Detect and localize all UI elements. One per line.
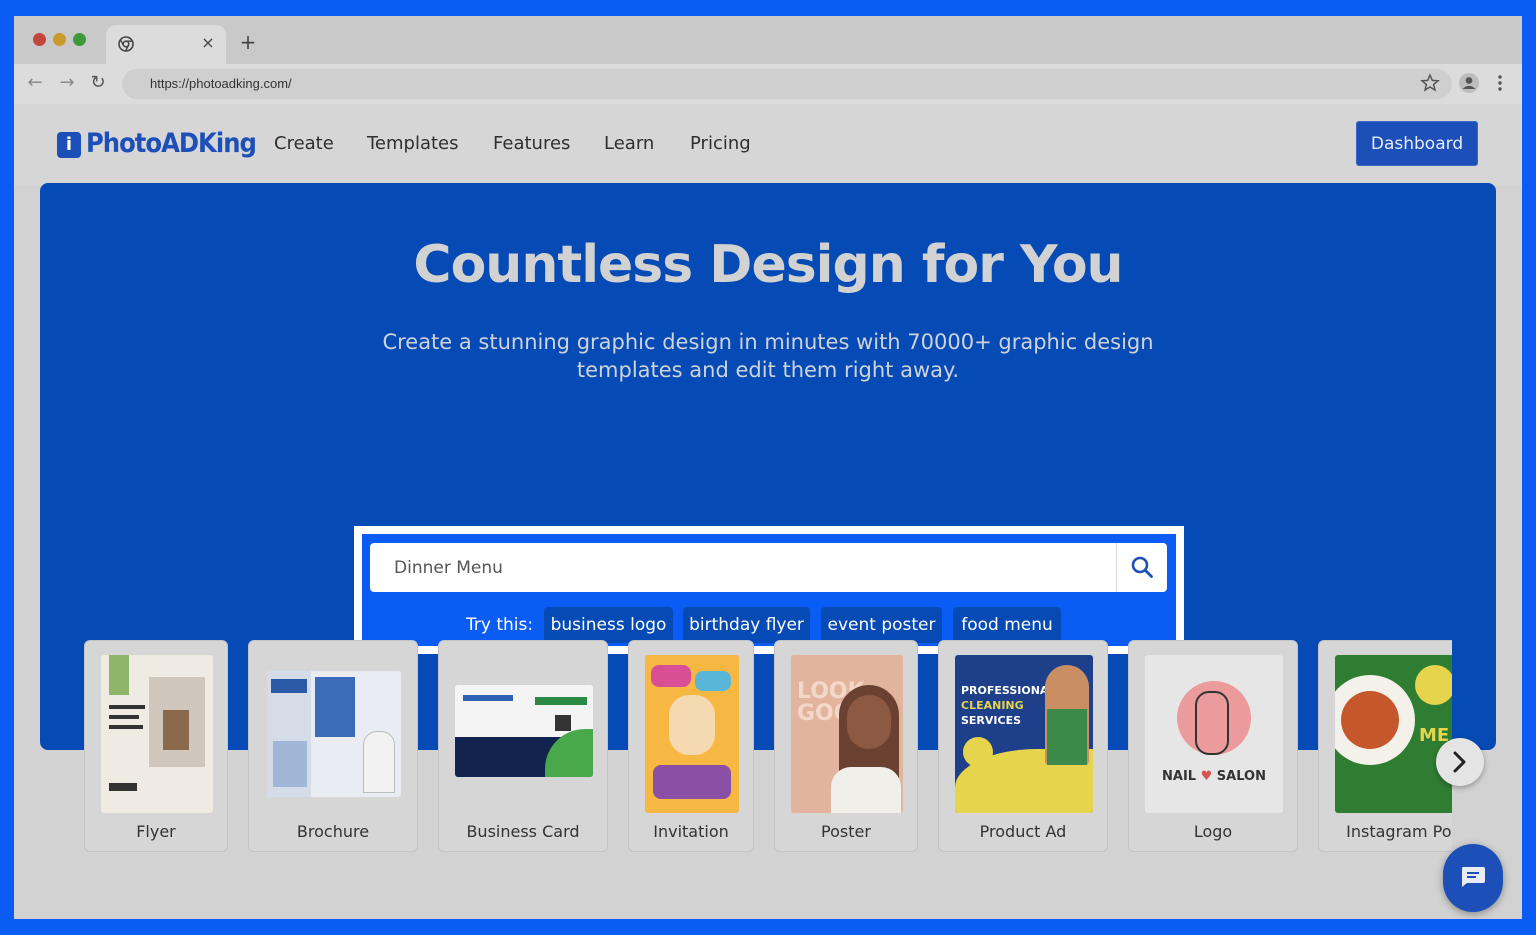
category-carousel: Flyer Brochure Business Card Invitation …: [84, 640, 1452, 855]
business-card-thumbnail: [455, 685, 593, 777]
instagram-post-thumbnail: ME: [1335, 655, 1452, 813]
flyer-thumbnail: [101, 655, 213, 813]
close-tab-button[interactable]: ×: [198, 33, 218, 53]
minimize-window-button[interactable]: [53, 33, 66, 46]
category-card-business-card[interactable]: Business Card: [438, 640, 608, 852]
category-card-instagram-post[interactable]: ME Instagram Pos: [1318, 640, 1452, 852]
reload-icon[interactable]: ↻: [87, 72, 109, 94]
logo-text: PhotoADKing: [86, 128, 257, 159]
dashboard-button[interactable]: Dashboard: [1356, 121, 1478, 166]
star-icon[interactable]: [1419, 72, 1441, 94]
category-card-logo[interactable]: NAIL ♥ SALON Logo: [1128, 640, 1298, 852]
suggestion-chip[interactable]: birthday flyer: [683, 607, 810, 643]
category-label: Flyer: [136, 822, 176, 841]
chevron-right-icon: [1453, 751, 1466, 773]
search-button[interactable]: [1116, 543, 1167, 592]
chat-button[interactable]: [1443, 844, 1503, 912]
forward-arrow-icon[interactable]: →: [56, 72, 78, 94]
tab-bar: × +: [14, 16, 1522, 64]
nav-templates[interactable]: Templates: [367, 133, 459, 154]
category-card-flyer[interactable]: Flyer: [84, 640, 228, 852]
nav-pricing[interactable]: Pricing: [690, 133, 751, 154]
chrome-icon: [118, 36, 134, 52]
try-this-label: Try this:: [466, 615, 534, 635]
category-card-invitation[interactable]: Invitation: [628, 640, 754, 852]
profile-icon[interactable]: [1458, 72, 1480, 94]
browser-window: × + ← → ↻ https://photoadking.com/ i Pho…: [14, 16, 1522, 919]
brochure-thumbnail: [267, 671, 401, 797]
category-card-poster[interactable]: LOOK GOOD Poster: [774, 640, 918, 852]
page-content: i PhotoADKing Create Templates Features …: [14, 104, 1522, 919]
address-bar: ← → ↻ https://photoadking.com/: [14, 64, 1522, 104]
suggestion-chip[interactable]: event poster: [821, 607, 942, 643]
nav-features[interactable]: Features: [493, 133, 570, 154]
close-window-button[interactable]: [33, 33, 46, 46]
poster-thumbnail: LOOK GOOD: [791, 655, 903, 813]
category-label: Business Card: [466, 822, 580, 841]
back-arrow-icon[interactable]: ←: [24, 72, 46, 94]
url-field[interactable]: https://photoadking.com/: [122, 69, 1452, 99]
category-label: Poster: [821, 822, 871, 841]
search-icon: [1131, 556, 1153, 578]
logo-thumbnail: NAIL ♥ SALON: [1145, 655, 1283, 813]
category-label: Logo: [1193, 822, 1233, 841]
logo-mark: i: [57, 132, 81, 158]
browser-tab[interactable]: ×: [106, 25, 226, 64]
search-panel: Try this: business logo birthday flyer e…: [362, 534, 1176, 646]
more-vertical-icon[interactable]: [1489, 72, 1511, 94]
chat-icon: [1462, 867, 1485, 887]
nav-learn[interactable]: Learn: [604, 133, 654, 154]
invitation-thumbnail: [645, 655, 739, 813]
category-label: Instagram Pos: [1346, 822, 1452, 841]
category-label: Brochure: [296, 822, 370, 841]
category-card-product-ad[interactable]: PROFESSIONAL CLEANING SERVICES Product Ad: [938, 640, 1108, 852]
suggestion-chip[interactable]: business logo: [544, 607, 673, 643]
hero-title: Countless Design for You: [413, 235, 1123, 295]
suggestion-chip[interactable]: food menu: [953, 607, 1061, 643]
search-input[interactable]: [370, 543, 1116, 592]
category-label: Product Ad: [979, 822, 1067, 841]
search-highlight-frame: Try this: business logo birthday flyer e…: [354, 526, 1184, 654]
category-label: Invitation: [653, 822, 729, 841]
nav-create[interactable]: Create: [274, 133, 334, 154]
site-header: i PhotoADKing Create Templates Features …: [14, 104, 1522, 186]
maximize-window-button[interactable]: [73, 33, 86, 46]
hero-subtitle: Create a stunning graphic design in minu…: [382, 330, 1154, 382]
category-card-brochure[interactable]: Brochure: [248, 640, 418, 852]
carousel-next-button[interactable]: [1436, 738, 1484, 786]
product-ad-thumbnail: PROFESSIONAL CLEANING SERVICES: [955, 655, 1093, 813]
new-tab-button[interactable]: +: [238, 31, 258, 53]
